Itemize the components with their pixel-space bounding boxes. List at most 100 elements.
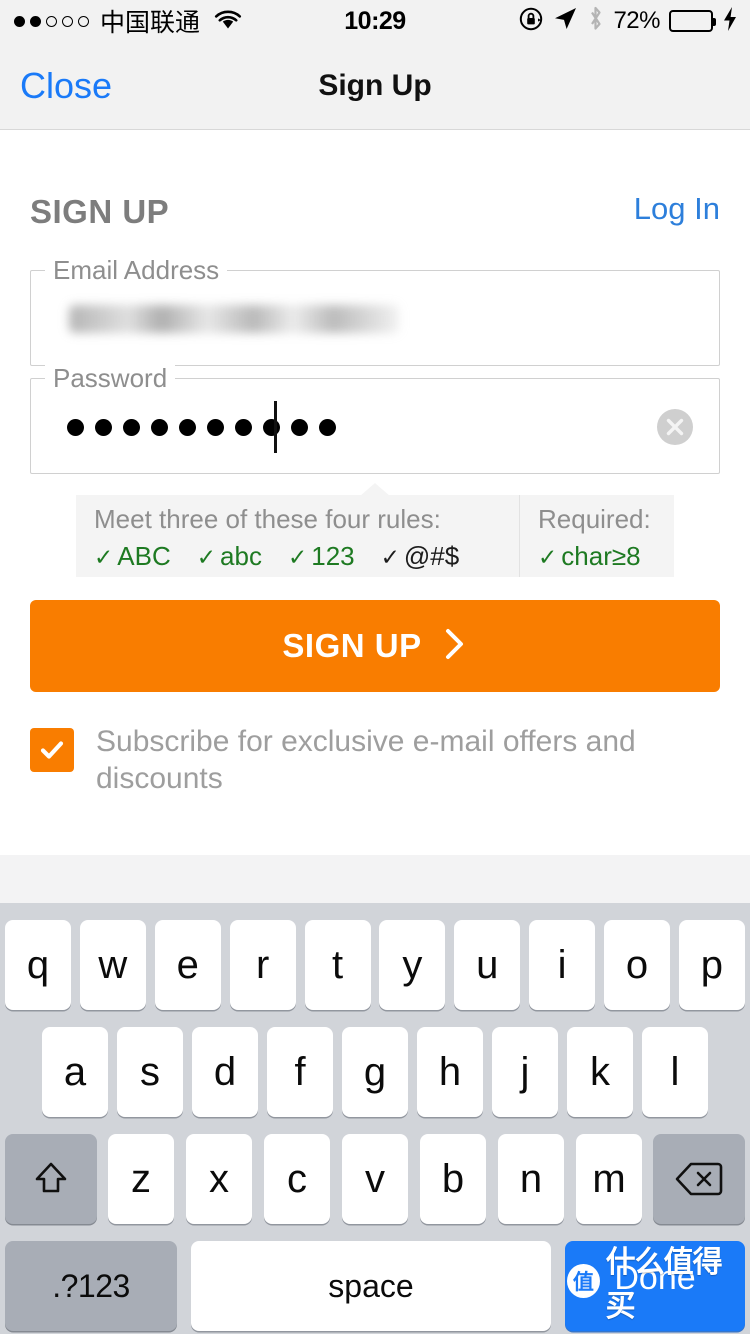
clear-circle-icon[interactable] [657, 409, 693, 445]
key-f[interactable]: f [267, 1027, 333, 1117]
status-bar: 中国联通 10:29 72% [0, 0, 750, 42]
onscreen-keyboard: qwertyuiop asdfghjkl zxcvbnm .?123 space… [0, 903, 750, 1334]
password-rule-char8: ✓ char≥8 [538, 541, 641, 572]
keyboard-row-3-letters: zxcvbnm [108, 1134, 642, 1224]
key-x[interactable]: x [186, 1134, 252, 1224]
key-g[interactable]: g [342, 1027, 408, 1117]
key-i[interactable]: i [529, 920, 596, 1010]
key-a[interactable]: a [42, 1027, 108, 1117]
key-o[interactable]: o [604, 920, 670, 1010]
key-b[interactable]: b [420, 1134, 486, 1224]
navigation-bar: Close Sign Up [0, 42, 750, 130]
numeric-mode-key[interactable]: .?123 [5, 1241, 177, 1331]
check-icon: ✓ [196, 544, 217, 570]
location-arrow-icon [553, 6, 578, 36]
password-rule-label: char≥8 [561, 541, 641, 571]
key-q[interactable]: q [5, 920, 71, 1010]
key-k[interactable]: k [567, 1027, 633, 1117]
page-title: Sign Up [318, 69, 432, 102]
signup-button[interactable]: SIGN UP [30, 600, 720, 692]
password-masked-value [67, 379, 336, 475]
keyboard-toolbar [0, 855, 750, 903]
key-v[interactable]: v [342, 1134, 408, 1224]
password-dot [95, 418, 112, 436]
chevron-right-icon [442, 626, 468, 667]
rules-left-items: ✓ ABC ✓ abc ✓ 123 ✓ @#$ [94, 541, 459, 572]
keyboard-row-3: zxcvbnm [0, 1132, 750, 1226]
key-p[interactable]: p [678, 920, 745, 1010]
text-caret [274, 401, 277, 453]
password-rule-label: ABC [117, 541, 171, 571]
space-key[interactable]: space [191, 1241, 551, 1331]
backspace-key[interactable] [653, 1134, 745, 1224]
password-rule-abc: ✓ ABC [94, 541, 171, 572]
done-key[interactable]: Done 值 什么值得买 [565, 1241, 745, 1331]
check-icon: ✓ [287, 544, 308, 570]
bluetooth-icon [587, 5, 604, 37]
key-e[interactable]: e [154, 920, 221, 1010]
password-dot [179, 418, 196, 436]
checkmark-icon [40, 741, 64, 759]
password-rule-: ✓ @#$ [381, 541, 460, 572]
rules-right-items: ✓ char≥8 [538, 541, 641, 572]
app-screen: 中国联通 10:29 72% Close Sign Up SIGN UP Log… [0, 0, 750, 1334]
battery-icon [669, 10, 716, 32]
email-value-redacted [69, 305, 399, 333]
keyboard-row-4: .?123 space Done 值 什么值得买 [0, 1239, 750, 1333]
key-h[interactable]: h [417, 1027, 483, 1117]
password-dot [151, 418, 168, 436]
password-dot [263, 418, 280, 436]
done-key-label: Done [614, 1259, 696, 1297]
key-c[interactable]: c [264, 1134, 330, 1224]
password-dot [291, 418, 308, 436]
key-t[interactable]: t [304, 920, 371, 1010]
signup-form: SIGN UP Log In Email Address Password Me… [0, 131, 750, 855]
password-rules-tooltip: Meet three of these four rules: ✓ ABC ✓ abc… [76, 495, 674, 577]
rules-right-heading: Required: [538, 504, 651, 534]
check-icon: ✓ [538, 544, 558, 570]
email-field-label: Email Address [45, 255, 228, 286]
password-dot [319, 418, 336, 436]
key-l[interactable]: l [642, 1027, 708, 1117]
status-bar-right: 72% [518, 0, 738, 42]
check-icon: ✓ [94, 544, 114, 570]
signup-button-label: SIGN UP [282, 627, 422, 664]
check-icon: ✓ [380, 544, 400, 570]
rules-left-heading: Meet three of these four rules: [94, 504, 441, 534]
password-rules-optional-group: Meet three of these four rules: ✓ ABC ✓ abc… [76, 495, 520, 577]
password-dot [67, 418, 84, 436]
shift-arrow-icon [35, 1162, 67, 1193]
login-link[interactable]: Log In [634, 191, 720, 227]
lightning-bolt-icon [722, 6, 738, 37]
password-field[interactable]: Password [30, 363, 720, 475]
password-dot [123, 418, 140, 436]
password-dot [235, 418, 252, 436]
subscribe-label: Subscribe for exclusive e-mail offers an… [96, 725, 636, 795]
rotation-lock-icon [518, 6, 544, 37]
key-n[interactable]: n [498, 1134, 564, 1224]
shift-key[interactable] [5, 1134, 97, 1224]
key-j[interactable]: j [492, 1027, 558, 1117]
keyboard-row-2: asdfghjkl [0, 1025, 750, 1119]
subscribe-checkbox[interactable] [30, 728, 74, 772]
key-m[interactable]: m [576, 1134, 642, 1224]
email-field[interactable]: Email Address [30, 255, 720, 366]
password-rule-123: ✓ 123 [288, 541, 355, 572]
key-d[interactable]: d [192, 1027, 258, 1117]
subscribe-checkbox-row[interactable]: Subscribe for exclusive e-mail offers an… [30, 724, 710, 797]
key-r[interactable]: r [229, 920, 296, 1010]
backspace-icon [675, 1162, 723, 1196]
password-rule-label: abc [220, 541, 262, 571]
key-s[interactable]: s [117, 1027, 183, 1117]
key-z[interactable]: z [108, 1134, 174, 1224]
key-w[interactable]: w [79, 920, 146, 1010]
password-rule-abc: ✓ abc [197, 541, 262, 572]
signup-heading: SIGN UP [30, 193, 170, 230]
key-u[interactable]: u [454, 920, 521, 1010]
password-dot [207, 418, 224, 436]
password-rule-label: 123 [311, 541, 355, 571]
password-rule-label: @#$ [403, 541, 460, 571]
key-y[interactable]: y [379, 920, 446, 1010]
battery-percent-label: 72% [613, 7, 660, 34]
keyboard-row-1: qwertyuiop [0, 918, 750, 1012]
